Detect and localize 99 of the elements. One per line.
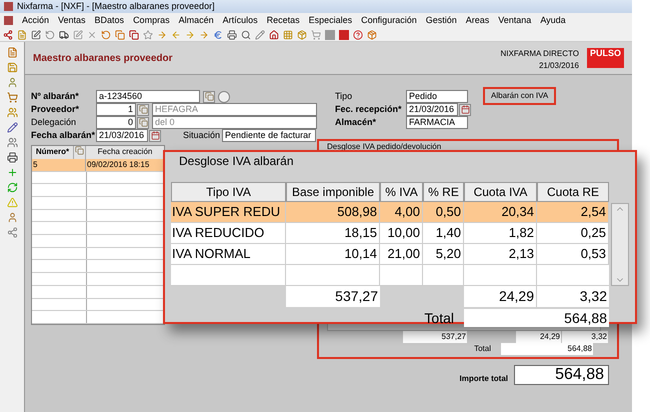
menu-item[interactable]: Almacén	[178, 14, 214, 28]
name-field[interactable]: HEFAGRA	[152, 103, 317, 116]
menu-item[interactable]: Recetas	[266, 14, 300, 28]
table-row[interactable]: IVA NORMAL 10,14 21,00 5,20 2,13 0,53	[171, 244, 609, 265]
total-cell: 3,32	[562, 331, 608, 343]
menu-item[interactable]: Acción	[22, 14, 50, 28]
pencil-icon[interactable]	[6, 122, 18, 133]
table-row[interactable]: 5 09/02/2016 18:15	[32, 158, 164, 172]
menu-item[interactable]: Ventana	[498, 14, 532, 28]
column-header[interactable]: % RE	[423, 182, 464, 202]
calendar-icon[interactable]	[149, 130, 161, 142]
name-field[interactable]: del 0	[152, 116, 317, 129]
input-field[interactable]: 1	[96, 103, 136, 116]
menu-item[interactable]: Gestión	[426, 14, 457, 28]
form-title: Maestro albaranes proveedor	[33, 52, 172, 66]
input-field[interactable]: FARMACIA	[406, 116, 468, 129]
field-label: Proveedor*	[31, 102, 80, 116]
lookup-icon[interactable]	[137, 116, 149, 128]
input-field[interactable]: 0	[96, 116, 136, 129]
home-icon[interactable]	[269, 30, 279, 40]
back-icon[interactable]	[171, 30, 181, 40]
iva-badge: Albarán con IVA	[483, 87, 556, 105]
input-field[interactable]: Pendiente de facturar	[222, 129, 316, 142]
field-label: Situación	[183, 129, 220, 142]
field-label: Delegación	[31, 116, 78, 129]
total-cell: 564,88	[464, 309, 609, 327]
input-field[interactable]: 21/03/2016	[406, 103, 458, 116]
total-cell: 3,32	[537, 286, 609, 307]
menu-item[interactable]: Compras	[133, 14, 170, 28]
user-icon[interactable]	[6, 77, 18, 88]
table-row[interactable]: IVA REDUCIDO 18,15 10,00 1,40 1,82 0,25	[171, 223, 609, 244]
total-cell: 24,29	[516, 331, 562, 343]
field-label: Fec. recepción*	[335, 102, 403, 116]
column-header[interactable]: Fecha creación	[86, 146, 164, 159]
document-icon[interactable]	[17, 30, 27, 40]
field-label: Nº albarán*	[31, 90, 80, 103]
menu-item[interactable]: Configuración	[361, 14, 417, 28]
importe-label: Importe total	[460, 373, 508, 385]
column-header[interactable]: Cuota RE	[537, 182, 609, 202]
refresh-icon[interactable]	[101, 30, 111, 40]
edit-icon[interactable]	[31, 30, 41, 40]
menu-item[interactable]: Ayuda	[540, 14, 566, 28]
field-label: Tipo	[335, 90, 354, 103]
grid-icon[interactable]	[283, 30, 293, 40]
panel-title: Desglose IVA pedido/devolución	[326, 141, 442, 153]
total-cell: 564,88	[501, 343, 593, 355]
euro-icon[interactable]	[213, 30, 223, 40]
star-icon[interactable]	[143, 30, 153, 40]
input-field[interactable]: Pedido	[406, 90, 468, 103]
cart-icon[interactable]	[6, 92, 18, 103]
close-icon[interactable]	[87, 30, 97, 40]
refresh-icon[interactable]	[6, 182, 18, 193]
input-field[interactable]: 21/03/2016	[96, 129, 148, 142]
cart-icon[interactable]	[311, 30, 321, 40]
menu-item[interactable]: Areas	[466, 14, 490, 28]
window-title: Nixfarma - [NXF] - [Maestro albaranes proveedor]	[17, 0, 215, 13]
field-label: Fecha albarán*	[31, 129, 95, 142]
forward-icon[interactable]	[185, 30, 195, 40]
popup-title: Desglose IVA albarán	[178, 154, 295, 168]
truck-icon[interactable]	[59, 30, 69, 40]
total-label: Total	[423, 309, 455, 327]
total-cell: 537,27	[403, 331, 467, 343]
importe-field: 564,88	[514, 365, 609, 385]
printer-icon[interactable]	[6, 152, 18, 163]
scrollbar[interactable]	[611, 203, 629, 286]
copy-icon[interactable]	[129, 30, 139, 40]
network-icon[interactable]	[6, 227, 18, 238]
table-row[interactable]: IVA SUPER REDU 508,98 4,00 0,50 20,34 2,54	[171, 202, 609, 223]
menu-item[interactable]: Especiales	[308, 14, 352, 28]
total-cell: 537,27	[286, 286, 380, 307]
menu-item[interactable]: BDatos	[94, 14, 124, 28]
total-cell: 24,29	[464, 286, 537, 307]
pulso-logo: PULSO	[586, 48, 624, 68]
search-icon[interactable]	[241, 30, 251, 40]
company-name: NIXFARMA DIRECTO	[500, 48, 579, 60]
copy-icon[interactable]	[115, 30, 125, 40]
lookup-icon[interactable]	[137, 104, 149, 116]
lookup-icon[interactable]	[203, 90, 215, 102]
users-icon[interactable]	[6, 137, 18, 148]
menu-item[interactable]: Ventas	[58, 14, 86, 28]
warning-icon[interactable]	[6, 197, 18, 208]
package-icon[interactable]	[297, 30, 307, 40]
header-date: 21/03/2016	[538, 60, 579, 72]
menu-item[interactable]: Artículos	[222, 14, 258, 28]
help-icon[interactable]	[353, 30, 363, 40]
column-header[interactable]: Tipo IVA	[171, 182, 286, 202]
column-header[interactable]: Base imponible	[286, 182, 380, 202]
field-label: Almacén*	[335, 116, 378, 129]
user-icon[interactable]	[6, 212, 18, 223]
column-header[interactable]: Cuota IVA	[464, 182, 537, 202]
print-icon[interactable]	[227, 30, 237, 40]
table-cell: 5	[32, 158, 86, 171]
total-label: Total	[473, 343, 492, 355]
calendar-icon[interactable]	[459, 104, 471, 116]
column-header[interactable]: % IVA	[380, 182, 423, 202]
table-cell-text: 09/02/2016 18:15	[86, 158, 150, 171]
group-icon[interactable]	[6, 107, 18, 118]
plus-icon[interactable]	[6, 167, 18, 178]
input-field[interactable]: a-1234560	[96, 90, 200, 103]
